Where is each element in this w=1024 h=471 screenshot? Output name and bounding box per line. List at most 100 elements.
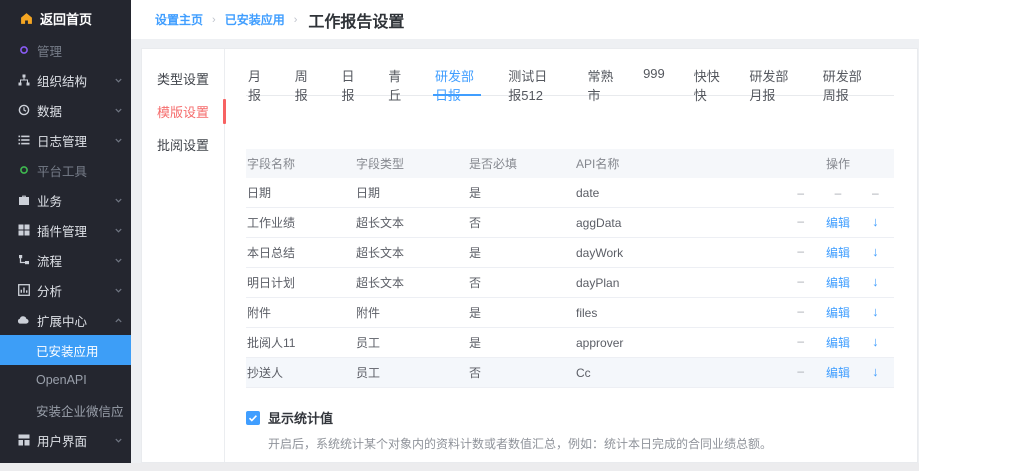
move-down-icon[interactable]: ↓ xyxy=(857,304,894,321)
action-disabled-dash: – xyxy=(782,214,819,231)
breadcrumb-link-settings-home[interactable]: 设置主页 xyxy=(155,11,203,28)
cell-api-name: files xyxy=(576,306,782,320)
sidebar-item-label: 管理 xyxy=(37,41,123,60)
edit-link[interactable]: 编辑 xyxy=(819,334,856,351)
sidebar-item-7[interactable]: 插件管理 xyxy=(0,215,131,245)
settings-card: 类型设置模版设置批阅设置 月报周报日报青丘研发部日报测试日报512 常熟市 999 快… xyxy=(141,48,918,463)
chevron-down-icon xyxy=(114,196,123,205)
chevron-down-icon xyxy=(114,286,123,295)
action-disabled-dash: – xyxy=(857,186,894,200)
show-stats-checkbox[interactable] xyxy=(246,411,260,425)
cell-field-type: 日期 xyxy=(356,184,469,201)
sidebar-item-9[interactable]: 分析 xyxy=(0,275,131,305)
cell-required: 是 xyxy=(469,244,576,261)
sidebar: 返回首页管理组织结构数据日志管理平台工具业务插件管理流程分析扩展中心已安装应用O… xyxy=(0,0,131,463)
cell-required: 否 xyxy=(469,364,576,381)
table-row: 本日总结超长文本是dayWork–编辑↓ xyxy=(246,238,894,268)
chevron-down-icon xyxy=(114,256,123,265)
col-header-required: 是否必填 xyxy=(469,155,576,172)
move-down-icon[interactable]: ↓ xyxy=(857,334,894,351)
chevron-up-icon xyxy=(114,316,123,325)
action-disabled-dash: – xyxy=(782,304,819,321)
sidebar-item-4[interactable]: 日志管理 xyxy=(0,125,131,155)
show-stats-description: 开启后，系统统计某个对象内的资料计数或者数值汇总，例如：统计本日完成的合同业绩总… xyxy=(268,435,894,452)
tab-6[interactable]: 常熟市 xyxy=(585,63,616,95)
flow-icon xyxy=(16,254,31,266)
plugin-grid-icon xyxy=(16,224,31,236)
settings-menu-item-2[interactable]: 批阅设置 xyxy=(142,128,224,161)
briefcase-icon xyxy=(16,194,31,206)
table-header-row: 字段名称字段类型是否必填API名称操作 xyxy=(246,149,894,178)
cell-required: 否 xyxy=(469,274,576,291)
cell-api-name: date xyxy=(576,186,782,200)
bottom-edge-strip xyxy=(0,463,919,471)
sidebar-item-1: 管理 xyxy=(0,35,131,65)
cell-actions: ––– xyxy=(782,186,894,200)
sidebar-item-6[interactable]: 业务 xyxy=(0,185,131,215)
extension-icon xyxy=(16,314,31,326)
move-down-icon[interactable]: ↓ xyxy=(857,364,894,381)
move-down-icon[interactable]: ↓ xyxy=(857,274,894,291)
tab-2[interactable]: 日报 xyxy=(339,63,361,95)
edit-link[interactable]: 编辑 xyxy=(819,214,856,231)
chevron-down-icon xyxy=(114,76,123,85)
sidebar-item-13[interactable]: 安装企业微信应用 xyxy=(0,395,131,425)
cell-required: 是 xyxy=(469,304,576,321)
sidebar-item-label: 业务 xyxy=(37,191,114,210)
page-title: 工作报告设置 xyxy=(308,8,404,32)
tab-0[interactable]: 月报 xyxy=(246,63,268,95)
sidebar-item-label: 插件管理 xyxy=(37,221,114,240)
report-type-tabs: 月报周报日报青丘研发部日报测试日报512 常熟市 999 快快快研发部月报研发部周报 xyxy=(246,63,894,96)
sidebar-item-12[interactable]: OpenAPI xyxy=(0,365,131,395)
tab-9[interactable]: 研发部月报 xyxy=(747,63,795,95)
action-disabled-dash: – xyxy=(782,334,819,351)
breadcrumb-bar: 设置主页 › 已安装应用 › 工作报告设置 xyxy=(131,0,1024,39)
sidebar-item-11[interactable]: 已安装应用 xyxy=(0,335,131,365)
table-row: 批阅人11员工是approver–编辑↓ xyxy=(246,328,894,358)
cell-field-type: 附件 xyxy=(356,304,469,321)
chevron-down-icon xyxy=(114,226,123,235)
edit-link[interactable]: 编辑 xyxy=(819,274,856,291)
sidebar-item-3[interactable]: 数据 xyxy=(0,95,131,125)
sidebar-item-10[interactable]: 扩展中心 xyxy=(0,305,131,335)
action-disabled-dash: – xyxy=(782,244,819,261)
edit-link[interactable]: 编辑 xyxy=(819,304,856,321)
cell-required: 否 xyxy=(469,214,576,231)
cell-actions: –编辑↓ xyxy=(782,214,894,231)
tab-7[interactable]: 999 xyxy=(641,63,667,95)
app-window: 返回首页管理组织结构数据日志管理平台工具业务插件管理流程分析扩展中心已安装应用O… xyxy=(0,0,1024,471)
move-down-icon[interactable]: ↓ xyxy=(857,214,894,231)
tab-10[interactable]: 研发部周报 xyxy=(821,63,869,95)
edit-link[interactable]: 编辑 xyxy=(819,244,856,261)
sidebar-item-2[interactable]: 组织结构 xyxy=(0,65,131,95)
tab-1[interactable]: 周报 xyxy=(293,63,315,95)
breadcrumb-link-installed-apps[interactable]: 已安装应用 xyxy=(225,11,285,28)
cell-field-name: 日期 xyxy=(246,184,356,201)
tab-8[interactable]: 快快快 xyxy=(692,63,723,95)
list-icon xyxy=(16,134,31,146)
settings-menu-item-0[interactable]: 类型设置 xyxy=(142,62,224,95)
checkmark-icon xyxy=(248,413,258,423)
cell-api-name: approver xyxy=(576,336,782,350)
action-disabled-dash: – xyxy=(782,364,819,381)
card-content: 月报周报日报青丘研发部日报测试日报512常熟市999快快快研发部月报研发部周报 … xyxy=(246,49,894,463)
settings-menu-item-1[interactable]: 模版设置 xyxy=(142,95,224,128)
edit-link[interactable]: 编辑 xyxy=(819,364,856,381)
table-row: 日期日期是date––– xyxy=(246,178,894,208)
cell-field-type: 员工 xyxy=(356,334,469,351)
sidebar-item-home[interactable]: 返回首页 xyxy=(0,2,131,35)
sidebar-item-14[interactable]: 用户界面 xyxy=(0,425,131,455)
tab-3[interactable]: 青丘 xyxy=(386,63,408,95)
cell-field-name: 附件 xyxy=(246,304,356,321)
cell-actions: –编辑↓ xyxy=(782,244,894,261)
cell-actions: –编辑↓ xyxy=(782,304,894,321)
cell-api-name: dayPlan xyxy=(576,276,782,290)
sidebar-item-5: 平台工具 xyxy=(0,155,131,185)
cell-field-name: 明日计划 xyxy=(246,274,356,291)
tab-4[interactable]: 研发部日报 xyxy=(433,63,481,96)
tab-5[interactable]: 测试日报512 xyxy=(506,63,560,95)
sidebar-item-8[interactable]: 流程 xyxy=(0,245,131,275)
sidebar-item-label: 扩展中心 xyxy=(37,311,114,330)
move-down-icon[interactable]: ↓ xyxy=(857,244,894,261)
action-disabled-dash: – xyxy=(782,186,819,200)
